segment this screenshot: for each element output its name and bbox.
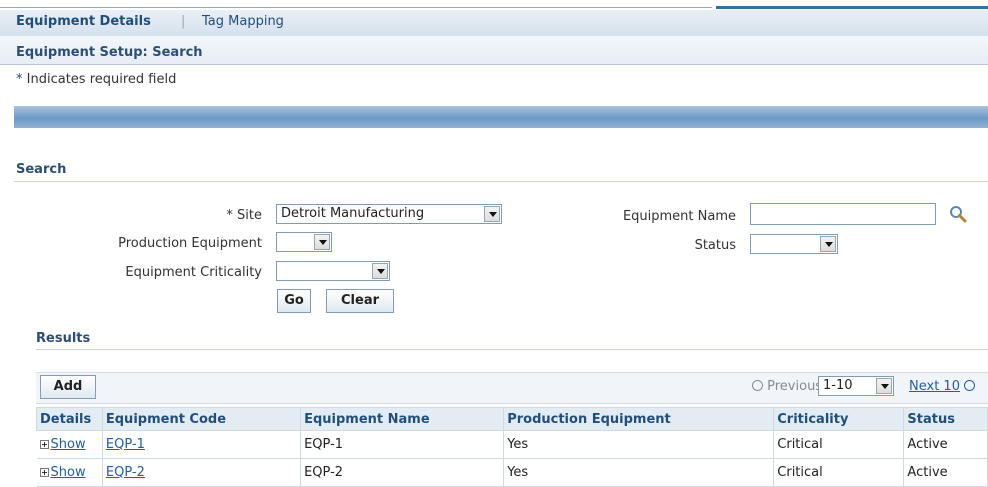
site-label: * Site xyxy=(226,208,262,223)
name-cell: EQP-1 xyxy=(300,430,505,459)
show-link[interactable]: Show xyxy=(51,437,86,452)
previous-label: Previous xyxy=(767,379,823,394)
go-button[interactable]: Go xyxy=(277,289,311,313)
chevron-down-icon xyxy=(372,263,388,279)
next-link[interactable]: Next 10 xyxy=(909,379,960,394)
chevron-down-icon xyxy=(876,378,892,394)
production-equipment-label: Production Equipment xyxy=(118,236,262,251)
search-section-title: Search xyxy=(16,162,67,177)
expand-plus-icon[interactable] xyxy=(39,468,49,477)
tab-tag-mapping[interactable]: Tag Mapping xyxy=(202,14,284,29)
details-cell: Show xyxy=(36,430,103,459)
name-cell: EQP-2 xyxy=(300,458,505,487)
details-cell: Show xyxy=(36,458,103,487)
column-header: Equipment Name xyxy=(300,407,505,431)
table-row: Show EQP-2 EQP-2 Yes Critical Active xyxy=(36,458,988,487)
header-band xyxy=(14,106,988,128)
site-select[interactable]: Detroit Manufacturing xyxy=(276,204,502,224)
criticality-cell: Critical xyxy=(773,430,905,459)
expand-plus-icon[interactable] xyxy=(39,440,49,449)
column-header: Details xyxy=(36,407,103,431)
top-divider xyxy=(0,7,712,8)
code-cell: EQP-1 xyxy=(102,430,302,459)
production-equipment-select[interactable] xyxy=(276,232,332,252)
table-header-row: Details Equipment Code Equipment Name Pr… xyxy=(36,407,988,431)
column-header: Equipment Code xyxy=(101,407,302,431)
page-title: Equipment Setup: Search xyxy=(16,45,203,60)
results-section-divider xyxy=(36,349,988,350)
column-header: Status xyxy=(903,407,988,431)
search-icon[interactable] xyxy=(949,205,967,223)
range-select-value: 1-10 xyxy=(823,378,853,393)
chevron-down-icon xyxy=(820,236,836,252)
code-cell: EQP-2 xyxy=(102,458,302,487)
results-table: Details Equipment Code Equipment Name Pr… xyxy=(36,407,988,487)
next-arrow-icon[interactable] xyxy=(964,380,976,391)
next-nav[interactable]: Next 10 xyxy=(909,379,976,394)
status-label: Status xyxy=(694,238,736,253)
add-button[interactable]: Add xyxy=(40,375,96,399)
equipment-criticality-label: Equipment Criticality xyxy=(125,265,262,280)
equipment-name-input[interactable] xyxy=(750,203,936,225)
status-cell: Active xyxy=(903,458,988,487)
show-link[interactable]: Show xyxy=(51,465,86,480)
equipment-code-link[interactable]: EQP-2 xyxy=(106,465,145,480)
site-select-value: Detroit Manufacturing xyxy=(281,206,425,221)
chevron-down-icon xyxy=(484,206,500,222)
range-select[interactable]: 1-10 xyxy=(818,376,894,396)
previous-arrow-icon xyxy=(752,380,763,391)
equipment-code-link[interactable]: EQP-1 xyxy=(106,437,145,452)
required-text: Indicates required field xyxy=(26,72,177,87)
equipment-criticality-select[interactable] xyxy=(276,261,390,281)
results-section-title: Results xyxy=(36,331,91,346)
required-field-note: * Indicates required field xyxy=(16,72,176,87)
production-cell: Yes xyxy=(503,458,775,487)
equipment-name-label: Equipment Name xyxy=(622,209,736,224)
production-cell: Yes xyxy=(503,430,775,459)
status-cell: Active xyxy=(903,430,988,459)
tab-separator: | xyxy=(181,14,186,29)
search-section-divider xyxy=(14,181,988,182)
previous-nav: Previous xyxy=(752,379,822,394)
column-header: Production Equipment xyxy=(503,407,775,431)
clear-button[interactable]: Clear xyxy=(326,289,394,313)
chevron-down-icon xyxy=(314,234,330,250)
column-header: Criticality xyxy=(773,407,905,431)
required-star: * xyxy=(16,72,23,87)
tab-equipment-details[interactable]: Equipment Details xyxy=(16,14,151,29)
status-select[interactable] xyxy=(750,234,838,254)
criticality-cell: Critical xyxy=(773,458,905,487)
top-accent-bar xyxy=(716,6,988,9)
table-row: Show EQP-1 EQP-1 Yes Critical Active xyxy=(36,430,988,459)
